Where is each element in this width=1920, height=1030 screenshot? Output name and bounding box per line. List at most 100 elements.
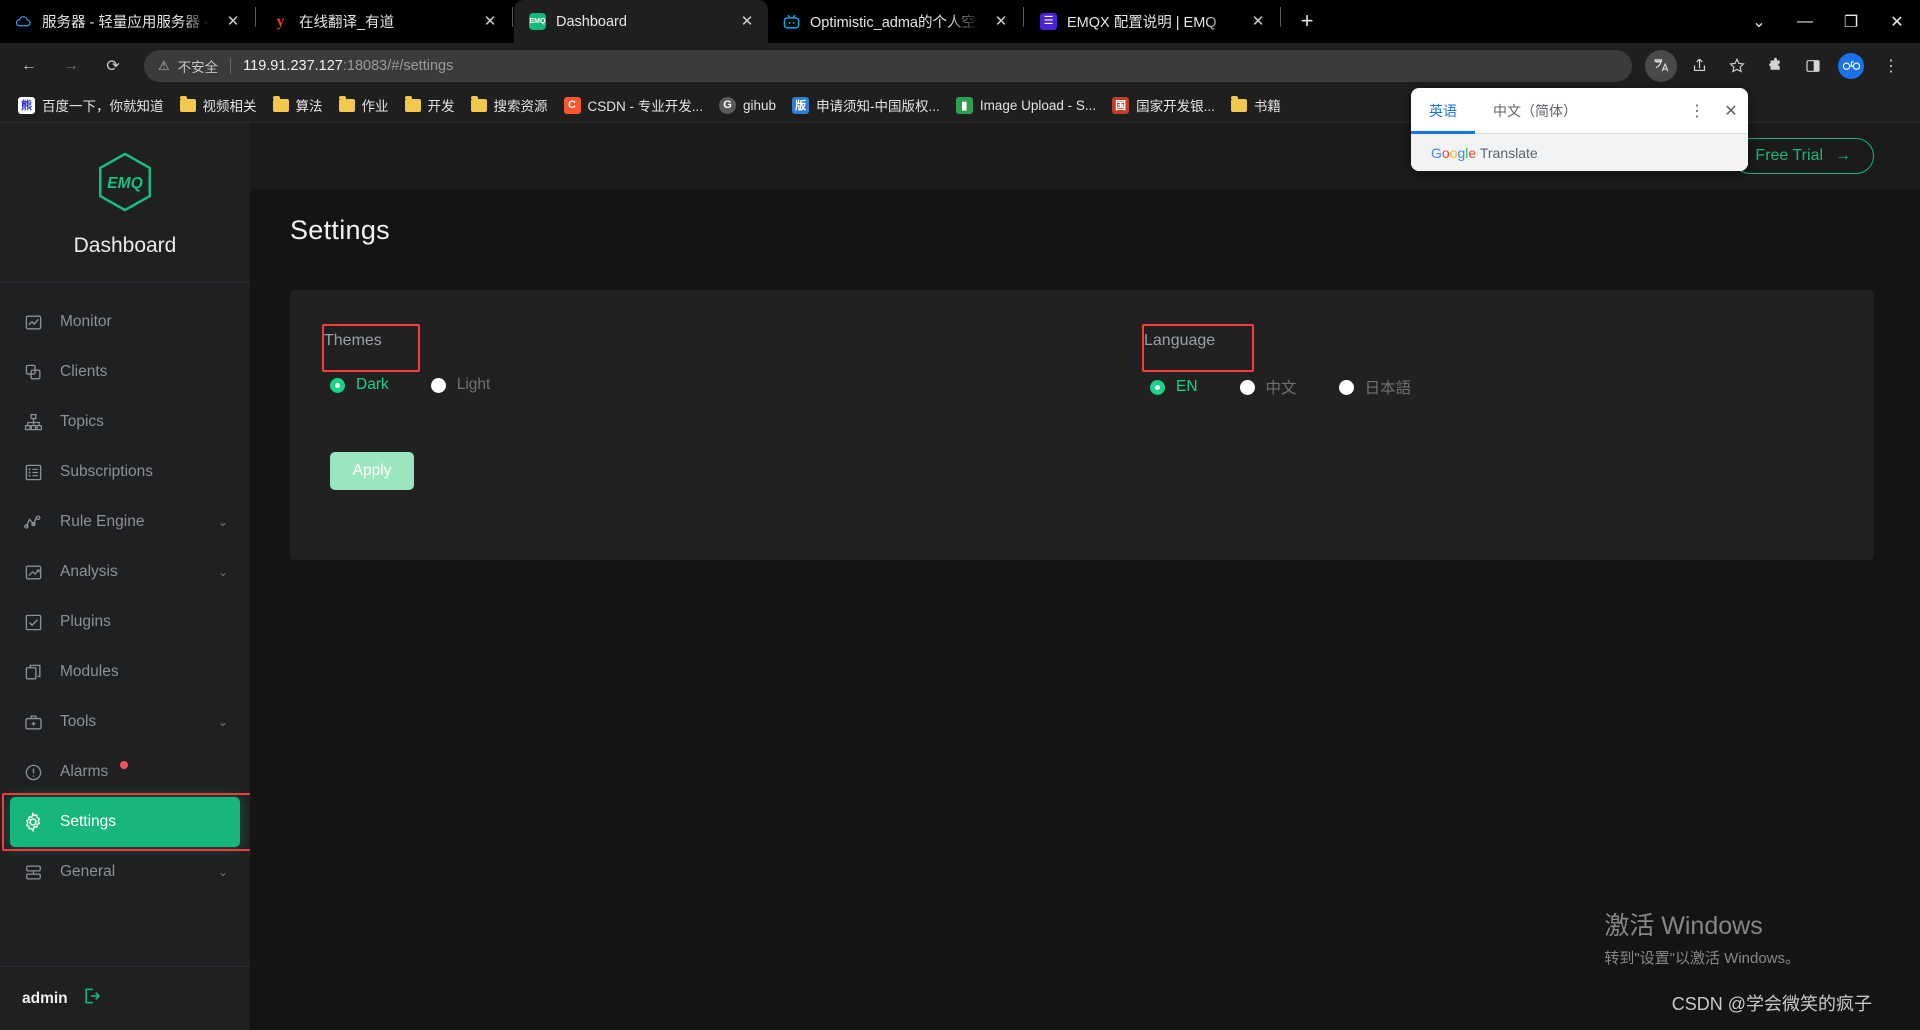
tab-separator <box>255 6 256 27</box>
bookmark-item[interactable]: 算法 <box>265 91 331 119</box>
alarms-icon <box>22 761 44 783</box>
folder-icon <box>404 95 421 112</box>
sidebar-item-tools[interactable]: Tools ⌄ <box>0 697 250 747</box>
bookmark-item[interactable]: C CSDN - 专业开发... <box>556 91 712 119</box>
language-option-zh[interactable]: 中文 <box>1239 376 1297 398</box>
forward-button[interactable]: → <box>53 48 89 84</box>
free-trial-button[interactable]: Free Trial → <box>1732 138 1874 174</box>
emq-logo: EMQ <box>92 149 158 220</box>
tab-close-button[interactable]: ✕ <box>477 9 503 35</box>
gear-icon <box>22 811 44 833</box>
language-option-en[interactable]: EN <box>1150 376 1198 398</box>
close-icon[interactable]: ✕ <box>1714 88 1748 133</box>
bilibili-icon <box>782 12 801 31</box>
bookmark-item[interactable]: 版 申请须知-中国版权... <box>784 91 948 119</box>
tab-separator <box>512 6 513 27</box>
language-radio-group: EN 中文 日本語 <box>1136 376 1848 398</box>
maximize-button[interactable]: ❐ <box>1828 0 1874 43</box>
folder-icon <box>179 95 196 112</box>
theme-option-dark[interactable]: Dark <box>330 376 389 394</box>
bank-icon: 国 <box>1112 96 1130 114</box>
tab-separator <box>1280 6 1281 27</box>
bookmark-item[interactable]: 国 国家开发银... <box>1104 91 1223 119</box>
browser-tab-bilibili[interactable]: Optimistic_adma的个人空间_哔 ✕ <box>768 0 1022 43</box>
radio-label: Dark <box>356 376 389 393</box>
sidebar-item-alarms[interactable]: Alarms <box>0 747 250 797</box>
cloud-icon <box>14 12 33 31</box>
themes-label: Themes <box>324 332 382 349</box>
sidebar-nav-list: Monitor Clients Topics Subscriptions Rul… <box>0 283 250 966</box>
apply-button[interactable]: Apply <box>330 452 414 490</box>
sidebar-item-topics[interactable]: Topics <box>0 397 250 447</box>
bookmark-item[interactable]: 作业 <box>331 91 397 119</box>
theme-option-light[interactable]: Light <box>430 376 491 394</box>
sidebar-item-modules[interactable]: Modules <box>0 647 250 697</box>
window-close-button[interactable]: ✕ <box>1874 0 1920 43</box>
bookmark-item[interactable]: G gihub <box>711 93 784 118</box>
sidebar-item-plugins[interactable]: Plugins <box>0 597 250 647</box>
translate-tab-chinese[interactable]: 中文（简体） <box>1475 88 1595 133</box>
tab-title: Optimistic_adma的个人空间_哔 <box>810 15 979 31</box>
tab-close-button[interactable]: ✕ <box>988 9 1014 35</box>
brand-letter: o <box>1441 144 1450 161</box>
sidebar-item-analysis[interactable]: Analysis ⌄ <box>0 547 250 597</box>
browser-tab-server[interactable]: 服务器 - 轻量应用服务器 - 控制台 ✕ <box>0 0 254 43</box>
minimize-button[interactable]: — <box>1782 0 1828 43</box>
sidebar-item-settings[interactable]: Settings <box>10 797 240 847</box>
tab-search-chevron-down-icon[interactable]: ⌄ <box>1736 0 1782 43</box>
sidebar-item-label: Topics <box>60 413 104 430</box>
tab-close-button[interactable]: ✕ <box>220 9 246 35</box>
sidebar-item-label: Analysis <box>60 563 118 580</box>
analysis-icon <box>22 561 44 583</box>
browser-toolbar: ← → ⟳ ⚠ 不安全 119.91.237.127:18083/#/setti… <box>0 43 1920 88</box>
sidebar-item-general[interactable]: General ⌄ <box>0 847 250 897</box>
csdn-icon: C <box>563 96 581 114</box>
settings-page: Settings Themes Dark Light Apply Languag… <box>250 189 1920 560</box>
sidebar-item-clients[interactable]: Clients <box>0 347 250 397</box>
browser-tab-dashboard[interactable]: EMQ Dashboard ✕ <box>514 0 768 43</box>
new-tab-button[interactable]: + <box>1290 4 1324 38</box>
profile-avatar[interactable] <box>1838 52 1864 79</box>
three-dot-menu-icon[interactable]: ⋮ <box>1680 88 1714 133</box>
logout-icon[interactable] <box>82 986 102 1011</box>
browser-tab-emqx-doc[interactable]: ☰ EMQX 配置说明 | EMQ ✕ <box>1025 0 1279 43</box>
side-panel-icon[interactable] <box>1797 50 1829 82</box>
tab-close-button[interactable]: ✕ <box>1245 9 1271 35</box>
translate-popup-body: Google Translate <box>1411 134 1748 171</box>
status-badge <box>120 761 129 769</box>
bookmark-item[interactable]: 视频相关 <box>172 91 265 119</box>
tab-title: 在线翻译_有道 <box>299 15 395 31</box>
three-dot-menu-icon[interactable]: ⋮ <box>1873 48 1909 84</box>
language-option-ja[interactable]: 日本語 <box>1338 376 1411 398</box>
rule-engine-icon <box>22 511 44 533</box>
translate-tab-english[interactable]: 英语 <box>1411 88 1475 134</box>
share-icon[interactable] <box>1683 50 1715 82</box>
sidebar-user-bar: admin <box>0 966 250 1030</box>
folder-icon <box>272 95 289 112</box>
image-upload-icon: ▮ <box>955 96 973 114</box>
bookmark-label: Image Upload - S... <box>979 97 1097 113</box>
bookmark-item[interactable]: 开发 <box>397 91 463 119</box>
sidebar-item-rule-engine[interactable]: Rule Engine ⌄ <box>0 497 250 547</box>
translate-icon[interactable] <box>1645 49 1677 82</box>
radio-label: Light <box>456 376 491 393</box>
bookmark-item[interactable]: 书籍 <box>1223 91 1289 119</box>
bookmark-item[interactable]: 熊 百度一下，你就知道 <box>10 91 172 119</box>
sidebar-item-label: General <box>60 863 116 880</box>
language-section: Language EN 中文 日本語 <box>1082 324 1848 514</box>
bookmark-item[interactable]: ▮ Image Upload - S... <box>948 93 1104 118</box>
star-icon[interactable] <box>1721 50 1753 82</box>
sidebar-item-subscriptions[interactable]: Subscriptions <box>0 447 250 497</box>
page-viewport: EMQ Dashboard Monitor Clients Topics Sub… <box>0 123 1920 1030</box>
back-button[interactable]: ← <box>11 48 47 84</box>
folder-icon <box>470 95 487 112</box>
sidebar-item-monitor[interactable]: Monitor <box>0 297 250 347</box>
address-bar[interactable]: ⚠ 不安全 119.91.237.127:18083/#/settings <box>144 49 1632 82</box>
reload-button[interactable]: ⟳ <box>95 48 131 84</box>
puzzle-icon[interactable] <box>1759 50 1791 82</box>
tab-close-button[interactable]: ✕ <box>734 9 760 35</box>
bookmark-item[interactable]: 搜索资源 <box>463 91 556 119</box>
folder-icon <box>338 95 355 112</box>
chevron-down-icon: ⌄ <box>217 715 228 729</box>
browser-tab-youdao[interactable]: y 在线翻译_有道 ✕ <box>257 0 511 43</box>
